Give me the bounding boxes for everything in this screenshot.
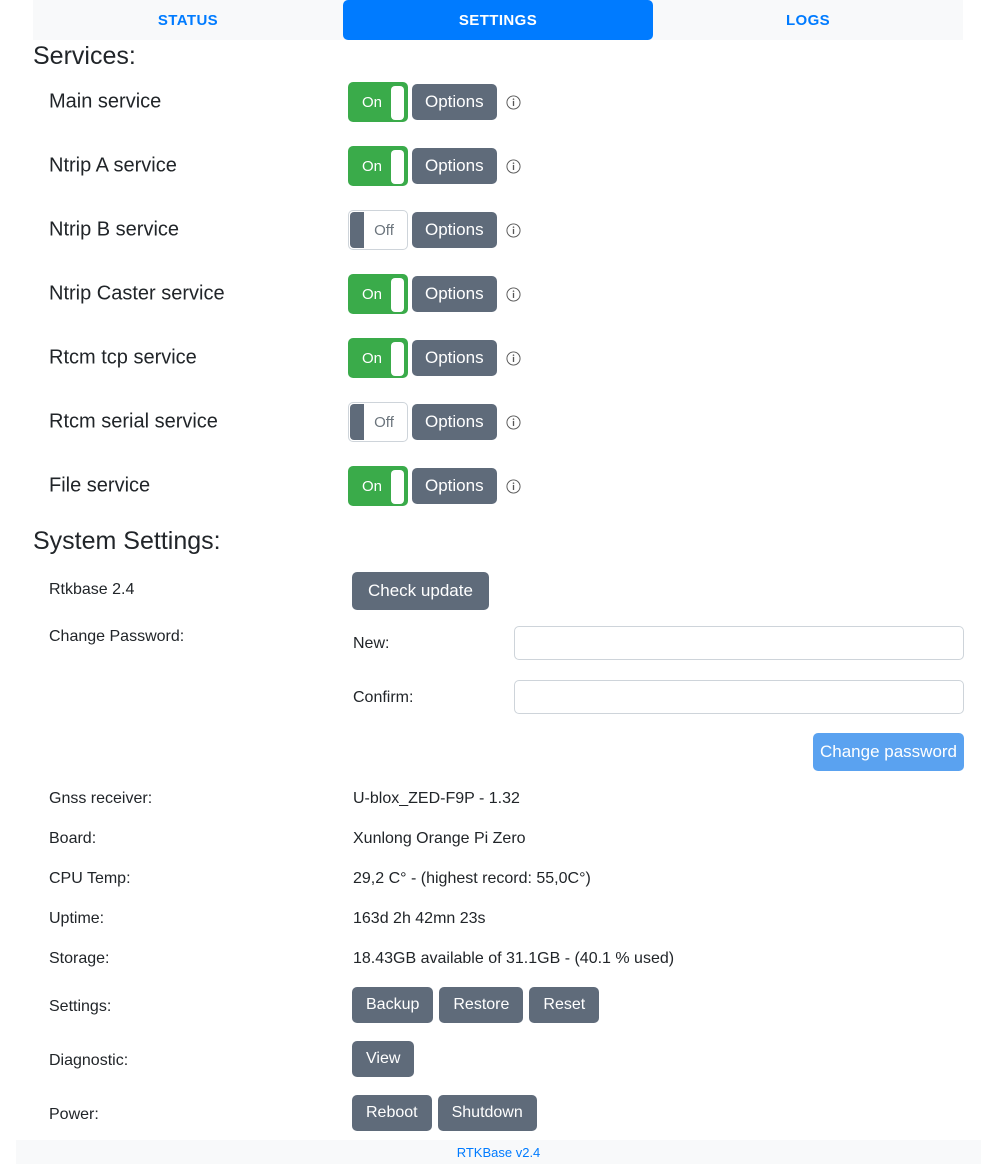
service-row-file: File service On Options xyxy=(0,464,997,508)
cpu-temp-label: CPU Temp: xyxy=(49,870,131,887)
uptime-label: Uptime: xyxy=(49,910,105,927)
view-diagnostic-button[interactable]: View xyxy=(352,1041,415,1077)
storage-value: 18.43GB available of 31.1GB - (40.1 % us… xyxy=(353,950,675,967)
reset-button[interactable]: Reset xyxy=(529,987,600,1023)
cpu-temp-value: 29,2 C° - (highest record: 55,0C°) xyxy=(353,870,591,887)
service-toggle-ntrip-caster[interactable]: On xyxy=(348,274,408,314)
version-label: Rtkbase 2.4 xyxy=(49,581,135,598)
service-controls-ntrip-caster: On Options xyxy=(348,274,521,314)
service-label-rtcm-tcp: Rtcm tcp service xyxy=(49,346,197,369)
info-circle-icon[interactable] xyxy=(506,286,521,302)
service-toggle-label-file: On xyxy=(361,478,382,495)
service-row-rtcm-tcp: Rtcm tcp service On Options xyxy=(0,336,997,380)
service-toggle-file[interactable]: On xyxy=(348,466,408,506)
service-options-button-rtcm-tcp[interactable]: Options xyxy=(412,340,497,376)
board-label: Board: xyxy=(49,830,97,847)
toggle-knob-icon xyxy=(350,404,364,440)
change-password-submit-button[interactable]: Change password xyxy=(813,733,964,771)
power-buttons: Reboot Shutdown xyxy=(352,1095,537,1131)
service-toggle-rtcm-tcp[interactable]: On xyxy=(348,338,408,378)
uptime-value: 163d 2h 42mn 23s xyxy=(353,910,486,927)
toggle-knob-icon xyxy=(391,150,404,184)
info-circle-icon[interactable] xyxy=(506,222,521,238)
diagnostic-buttons: View xyxy=(352,1041,415,1077)
service-row-ntrip-caster: Ntrip Caster service On Options xyxy=(0,272,997,316)
service-toggle-label-rtcm-tcp: On xyxy=(361,350,382,367)
service-toggle-label-ntrip-a: On xyxy=(361,158,382,175)
service-controls-rtcm-serial: Off Options xyxy=(348,402,521,442)
backup-button[interactable]: Backup xyxy=(352,987,434,1023)
toggle-knob-icon xyxy=(391,86,404,120)
service-toggle-main[interactable]: On xyxy=(348,82,408,122)
board-value: Xunlong Orange Pi Zero xyxy=(353,830,526,847)
settings-actions-buttons: Backup Restore Reset xyxy=(352,987,600,1023)
info-circle-icon[interactable] xyxy=(506,94,521,110)
info-circle-icon[interactable] xyxy=(506,414,521,430)
check-update-button[interactable]: Check update xyxy=(352,572,489,610)
service-toggle-label-ntrip-caster: On xyxy=(361,286,382,303)
service-row-ntrip-b: Ntrip B service Off Options xyxy=(0,208,997,252)
service-options-button-ntrip-caster[interactable]: Options xyxy=(412,276,497,312)
service-label-ntrip-a: Ntrip A service xyxy=(49,154,177,177)
service-toggle-label-ntrip-b: Off xyxy=(374,222,394,239)
gnss-receiver-value: U-blox_ZED-F9P - 1.32 xyxy=(353,790,520,807)
service-options-button-ntrip-b[interactable]: Options xyxy=(412,212,497,248)
toggle-knob-icon xyxy=(391,342,404,376)
info-circle-icon[interactable] xyxy=(506,478,521,494)
service-options-button-file[interactable]: Options xyxy=(412,468,497,504)
service-controls-main: On Options xyxy=(348,82,521,122)
service-options-button-main[interactable]: Options xyxy=(412,84,497,120)
service-label-rtcm-serial: Rtcm serial service xyxy=(49,410,218,433)
change-password-label: Change Password: xyxy=(49,628,185,645)
service-row-rtcm-serial: Rtcm serial service Off Options xyxy=(0,400,997,444)
tab-status[interactable]: STATUS xyxy=(33,0,343,40)
shutdown-button[interactable]: Shutdown xyxy=(437,1095,537,1131)
tab-logs[interactable]: LOGS xyxy=(653,0,963,40)
toggle-knob-icon xyxy=(391,470,404,504)
reboot-button[interactable]: Reboot xyxy=(352,1095,432,1131)
main-tabbar: STATUS SETTINGS LOGS xyxy=(33,0,963,40)
service-label-file: File service xyxy=(49,474,151,497)
new-password-input[interactable] xyxy=(514,626,964,660)
service-options-button-ntrip-a[interactable]: Options xyxy=(412,148,497,184)
service-controls-file: On Options xyxy=(348,466,521,506)
diagnostic-label: Diagnostic: xyxy=(49,1052,129,1069)
toggle-knob-icon xyxy=(391,278,404,312)
services-heading: Services: xyxy=(33,42,136,70)
toggle-knob-icon xyxy=(350,212,364,248)
service-controls-rtcm-tcp: On Options xyxy=(348,338,521,378)
service-label-ntrip-b: Ntrip B service xyxy=(49,218,180,241)
footer-version-link[interactable]: RTKBase v2.4 xyxy=(457,1145,541,1160)
service-toggle-label-rtcm-serial: Off xyxy=(374,414,394,431)
service-toggle-label-main: On xyxy=(361,94,382,111)
tab-settings[interactable]: SETTINGS xyxy=(343,0,653,40)
confirm-password-input[interactable] xyxy=(514,680,964,714)
info-circle-icon[interactable] xyxy=(506,350,521,366)
service-label-ntrip-caster: Ntrip Caster service xyxy=(49,282,225,305)
service-options-button-rtcm-serial[interactable]: Options xyxy=(412,404,497,440)
service-row-main: Main service On Options xyxy=(0,80,997,124)
system-settings-heading: System Settings: xyxy=(33,527,221,555)
service-toggle-rtcm-serial[interactable]: Off xyxy=(348,402,408,442)
restore-button[interactable]: Restore xyxy=(439,987,524,1023)
gnss-receiver-label: Gnss receiver: xyxy=(49,790,153,807)
settings-actions-label: Settings: xyxy=(49,998,112,1015)
storage-label: Storage: xyxy=(49,950,110,967)
service-controls-ntrip-b: Off Options xyxy=(348,210,521,250)
service-controls-ntrip-a: On Options xyxy=(348,146,521,186)
page-footer: RTKBase v2.4 xyxy=(16,1140,981,1164)
check-update-controls: Check update xyxy=(352,572,489,610)
service-toggle-ntrip-b[interactable]: Off xyxy=(348,210,408,250)
service-toggle-ntrip-a[interactable]: On xyxy=(348,146,408,186)
power-label: Power: xyxy=(49,1106,99,1123)
new-password-label: New: xyxy=(353,635,390,652)
service-label-main: Main service xyxy=(49,90,162,113)
info-circle-icon[interactable] xyxy=(506,158,521,174)
service-row-ntrip-a: Ntrip A service On Options xyxy=(0,144,997,188)
confirm-password-label: Confirm: xyxy=(353,689,414,706)
